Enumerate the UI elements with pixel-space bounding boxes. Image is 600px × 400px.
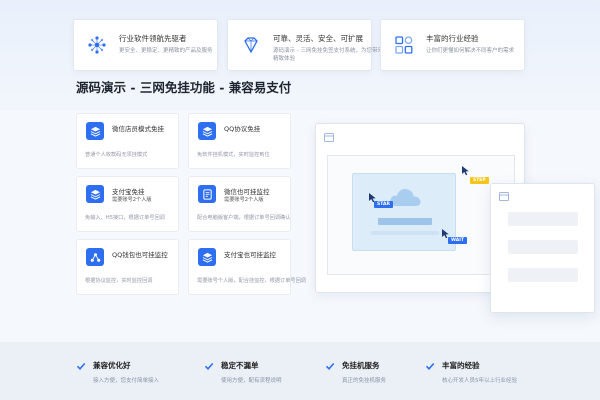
cloud-icon xyxy=(390,189,421,206)
tag-star: STAR xyxy=(374,201,393,208)
perk-title: 稳定不漏单 xyxy=(221,361,259,370)
feature-title: 可靠、灵活、安全、可扩展 xyxy=(273,34,363,43)
window-icon xyxy=(324,133,334,142)
illustration-front-window xyxy=(490,183,595,313)
service-title: 微信店员模式免挂 xyxy=(112,125,164,133)
check-icon xyxy=(425,362,435,370)
feature-title: 行业软件领航先驱者 xyxy=(119,34,187,43)
illustration-line xyxy=(371,231,439,235)
placeholder-row xyxy=(508,212,578,226)
share-icon xyxy=(86,248,104,266)
layers-icon xyxy=(198,122,216,140)
perk-desc: 使用方便，配有流程说明 xyxy=(221,378,282,384)
illustration-bar xyxy=(378,218,432,225)
layers-icon xyxy=(86,122,104,140)
perk-desc: 核心开发人员5年以上行业经验 xyxy=(442,378,518,384)
check-icon xyxy=(325,362,335,370)
service-desc: 普通个人收款码无须挂模式 xyxy=(85,152,148,158)
service-card[interactable]: 微信也可挂监控 需要账号2个人版 配合电脑版客户端，根据订单号回调确认 xyxy=(188,176,291,232)
placeholder-row xyxy=(508,240,578,254)
service-sub: 需要账号2个人版 xyxy=(224,197,264,203)
hero-illustration: STAR STEP WAIT xyxy=(300,115,595,315)
perk-title: 免挂机服务 xyxy=(342,361,380,370)
network-icon xyxy=(88,36,106,54)
service-sub: 需要账号2个人版 xyxy=(112,197,152,203)
document-icon xyxy=(198,185,216,203)
tag-step: STEP xyxy=(470,177,489,184)
service-desc: 配合电脑版客户端，根据订单号回调确认 xyxy=(197,215,291,221)
feature-card-2: 可靠、灵活、安全、可扩展 源码演示 - 三网免挂免签支付系统，为您带来最优质的 … xyxy=(227,19,405,71)
cursor-icon xyxy=(462,166,469,176)
layers-icon xyxy=(198,248,216,266)
service-title: QQ钱包也可挂监控 xyxy=(112,251,168,259)
window-icon xyxy=(499,192,509,201)
service-card[interactable]: QQ协议免挂 免软件挂机模式，实时监控到位 xyxy=(188,113,291,169)
placeholder-row xyxy=(508,268,578,282)
service-title: 微信也可挂监控 xyxy=(224,188,270,196)
blocks-icon xyxy=(395,36,413,54)
feature-card-3: 丰富的行业经验 让你们更懂如何解决不同客户的需求 xyxy=(380,19,525,71)
layers-icon xyxy=(86,185,104,203)
service-card[interactable]: 支付宝免挂 需要账号2个人版 免输入、H5接口，根据订单号回调 xyxy=(76,176,179,232)
feature-desc: 更安全、更稳定、更精致的产品及服务 xyxy=(119,48,213,54)
service-desc: 免软件挂机模式，实时监控到位 xyxy=(197,152,270,158)
service-card[interactable]: 支付宝也可挂监控 需要账号个人版，配合挂监控，根据订单号回调 xyxy=(188,239,306,295)
perk-desc: 真正的免挂机服务 xyxy=(342,378,387,384)
service-title: 支付宝也可挂监控 xyxy=(224,251,276,259)
perk-desc: 接入方便，您支付简单接入 xyxy=(93,378,160,384)
diamond-icon xyxy=(244,37,258,54)
perk-title: 丰富的经验 xyxy=(442,361,480,370)
tag-wait: WAIT xyxy=(448,237,467,244)
service-title: QQ协议免挂 xyxy=(224,125,261,133)
service-card[interactable]: 微信店员模式免挂 普通个人收款码无须挂模式 xyxy=(76,113,179,169)
feature-card-1: 行业软件领航先驱者 更安全、更稳定、更精致的产品及服务 xyxy=(73,19,218,71)
perk-title: 兼容优化好 xyxy=(93,361,131,370)
section-title: 源码演示 - 三网免挂功能 - 兼容易支付 xyxy=(76,80,292,95)
illustration-cloud-panel xyxy=(352,173,456,251)
feature-title: 丰富的行业经验 xyxy=(426,34,479,43)
footer-band xyxy=(0,342,600,400)
service-desc: 根据协议监控，实时监控回调 xyxy=(85,278,153,284)
check-icon xyxy=(204,362,214,370)
page: 行业软件领航先驱者 更安全、更稳定、更精致的产品及服务 可靠、灵活、安全、可扩展… xyxy=(0,0,600,400)
service-desc: 需要账号个人版，配合挂监控，根据订单号回调 xyxy=(197,278,306,284)
service-title: 支付宝免挂 xyxy=(112,188,145,196)
feature-desc: 让你们更懂如何解决不同客户的需求 xyxy=(426,48,515,54)
service-card[interactable]: QQ钱包也可挂监控 根据协议监控，实时监控回调 xyxy=(76,239,179,295)
check-icon xyxy=(76,362,86,370)
service-desc: 免输入、H5接口，根据订单号回调 xyxy=(85,215,165,221)
